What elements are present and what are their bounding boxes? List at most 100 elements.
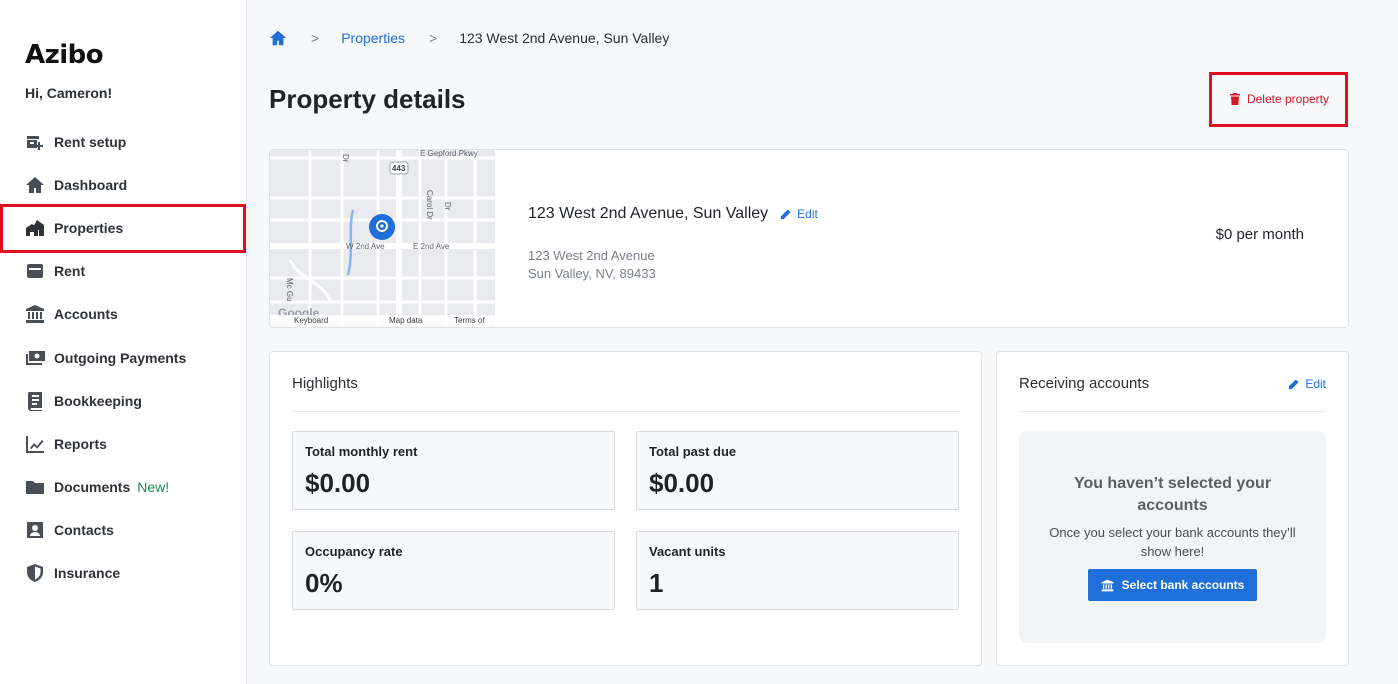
bank-icon [25, 304, 45, 324]
map-label: 443 [392, 164, 406, 173]
edit-label: Edit [797, 207, 818, 221]
property-card: E Gepford Pkwy 443 Carol Dr W 2nd Ave E … [269, 149, 1349, 328]
highlights-card: Highlights Total monthly rent $0.00 Tota… [269, 351, 982, 666]
sidebar-item-contacts[interactable]: Contacts [0, 509, 246, 552]
sidebar-nav: Rent setup Dashboard Properties Rent Acc… [0, 120, 246, 595]
sidebar-item-label: Documents [54, 479, 131, 496]
stat-total-monthly-rent: Total monthly rent $0.00 [292, 431, 615, 510]
map-label: W 2nd Ave [346, 242, 385, 251]
stat-value: 1 [649, 568, 664, 598]
home-icon [25, 175, 45, 195]
address-line-1: 123 West 2nd Avenue [528, 248, 655, 263]
stat-occupancy-rate: Occupancy rate 0% [292, 531, 615, 610]
sidebar: Azibo Hi, Cameron! Rent setup Dashboard … [0, 0, 247, 684]
sidebar-item-accounts[interactable]: Accounts [0, 293, 246, 336]
delete-property-label: Delete property [1246, 92, 1330, 106]
sidebar-item-label: Properties [54, 219, 124, 236]
card-icon [25, 261, 45, 281]
stat-label: Occupancy rate [305, 544, 403, 559]
select-bank-accounts-label: Select bank accounts [1121, 578, 1245, 592]
user-greeting: Hi, Cameron! [25, 85, 113, 101]
breadcrumb-current: 123 West 2nd Avenue, Sun Valley [459, 30, 670, 46]
sidebar-item-properties[interactable]: Properties [0, 206, 246, 249]
edit-receiving-accounts-button[interactable]: Edit [1288, 377, 1326, 391]
sidebar-item-bookkeeping[interactable]: Bookkeeping [0, 379, 246, 422]
home-icon[interactable] [269, 29, 287, 47]
stat-value: 0% [305, 568, 343, 598]
property-name-text: 123 West 2nd Avenue, Sun Valley [528, 205, 769, 222]
address-line-2: Sun Valley, NV, 89433 [528, 266, 656, 281]
map-label: Mc Gu [285, 278, 294, 302]
sidebar-item-insurance[interactable]: Insurance [0, 552, 246, 595]
sidebar-item-label: Dashboard [54, 176, 128, 193]
breadcrumb-separator: > [429, 30, 438, 46]
stat-label: Total past due [649, 444, 737, 459]
ledger-icon [25, 391, 45, 411]
map-label: E 2nd Ave [413, 242, 450, 251]
divider [1019, 411, 1326, 412]
pencil-icon [781, 208, 791, 219]
page-title: Property details [269, 84, 466, 114]
map-label: Carol Dr [425, 190, 434, 220]
map-label: E Gepford Pkwy [420, 150, 478, 158]
trash-icon [1229, 93, 1240, 105]
edit-label: Edit [1305, 377, 1326, 391]
rent-setup-icon [25, 132, 45, 152]
map-keyboard-link[interactable]: Keyboard [294, 316, 328, 325]
contact-icon [25, 520, 45, 540]
edit-property-button[interactable]: Edit [780, 207, 818, 221]
properties-icon [25, 218, 45, 238]
breadcrumb-link-properties[interactable]: Properties [341, 30, 405, 46]
sidebar-item-dashboard[interactable]: Dashboard [0, 163, 246, 206]
empty-state-title: You haven’t selected your accounts [1073, 475, 1272, 514]
stat-total-past-due: Total past due $0.00 [636, 431, 959, 510]
receiving-accounts-card: Receiving accounts Edit You haven’t sele… [996, 351, 1349, 666]
sidebar-item-label: Rent setup [54, 133, 127, 150]
bank-icon [1101, 579, 1113, 591]
breadcrumb-separator: > [311, 30, 320, 46]
property-name: 123 West 2nd Avenue, Sun Valley Edit [528, 205, 818, 223]
stat-value: $0.00 [305, 468, 371, 498]
map-label: Dr [341, 154, 350, 163]
property-address: 123 West 2nd Avenue Sun Valley, NV, 8943… [528, 247, 656, 283]
money-icon [25, 348, 45, 368]
sidebar-item-outgoing-payments[interactable]: Outgoing Payments [0, 336, 246, 379]
property-map[interactable]: E Gepford Pkwy 443 Carol Dr W 2nd Ave E … [270, 150, 495, 327]
chart-icon [25, 434, 45, 454]
sidebar-item-label: Outgoing Payments [54, 349, 187, 366]
sidebar-item-label: Accounts [54, 306, 118, 323]
brand-logo[interactable]: Azibo [25, 40, 104, 70]
stat-value: $0.00 [649, 468, 715, 498]
map-terms-link[interactable]: Terms of [454, 316, 485, 325]
select-bank-accounts-button[interactable]: Select bank accounts [1088, 569, 1257, 601]
sidebar-item-label: Insurance [54, 565, 121, 582]
empty-state: You haven’t selected your accounts Once … [1019, 431, 1326, 643]
sidebar-item-reports[interactable]: Reports [0, 422, 246, 465]
brand-name: Azibo [25, 40, 104, 70]
empty-state-subtitle: Once you select your bank accounts they’… [1049, 525, 1296, 559]
folder-icon [25, 477, 45, 497]
pencil-icon [1289, 378, 1299, 389]
receiving-accounts-title: Receiving accounts [1019, 375, 1150, 392]
monthly-rent: $0 per month [1215, 226, 1304, 243]
divider [292, 411, 959, 412]
highlights-title: Highlights [292, 375, 358, 392]
stat-vacant-units: Vacant units 1 [636, 531, 959, 610]
map-footer: Keyboard Map data Terms of [270, 315, 495, 327]
map-label: Dr [443, 202, 452, 211]
sidebar-item-label: Bookkeeping [54, 392, 142, 409]
main-content: > Properties > 123 West 2nd Avenue, Sun … [247, 0, 1398, 684]
stat-label: Vacant units [649, 544, 726, 559]
sidebar-item-rent-setup[interactable]: Rent setup [0, 120, 246, 163]
delete-property-button[interactable]: Delete property [1213, 74, 1345, 124]
breadcrumb: > Properties > 123 West 2nd Avenue, Sun … [269, 28, 669, 48]
sidebar-item-rent[interactable]: Rent [0, 250, 246, 293]
new-badge: New! [137, 479, 170, 496]
map-data-link[interactable]: Map data [389, 316, 422, 325]
stat-label: Total monthly rent [305, 444, 418, 459]
sidebar-item-documents[interactable]: Documents New! [0, 466, 246, 509]
sidebar-item-label: Reports [54, 435, 107, 452]
sidebar-item-label: Contacts [54, 522, 114, 539]
sidebar-item-label: Rent [54, 263, 86, 280]
shield-icon [25, 563, 45, 583]
